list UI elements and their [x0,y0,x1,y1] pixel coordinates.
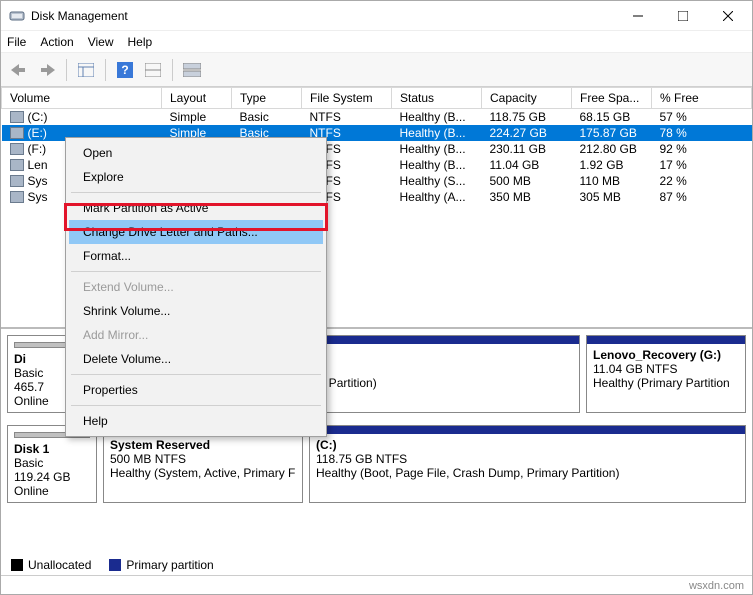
menu-action[interactable]: Action [40,35,73,49]
ctx-extend: Extend Volume... [69,275,323,299]
volume-icon [10,159,24,171]
back-button[interactable] [7,58,31,82]
context-menu: Open Explore Mark Partition as Active Ch… [65,137,327,437]
volume-icon [10,127,24,139]
column-headers: Volume Layout Type File System Status Ca… [2,88,752,109]
legend-primary: Primary partition [126,558,213,572]
ctx-delete[interactable]: Delete Volume... [69,347,323,371]
window-title: Disk Management [31,9,615,23]
partition-name: Lenovo_Recovery (G:) [593,348,739,362]
menubar: File Action View Help [1,31,752,53]
legend-unallocated: Unallocated [28,558,91,572]
partition-status: Healthy (Boot, Page File, Crash Dump, Pr… [316,466,739,480]
legend: Unallocated Primary partition [11,558,214,572]
app-icon [9,8,25,24]
partition-bar [587,336,745,344]
footer-watermark: wsxdn.com [689,580,744,592]
help-icon[interactable]: ? [113,58,137,82]
partition-sub: 500 MB NTFS [110,452,296,466]
partition-sub: 118.75 GB NTFS [316,452,739,466]
col-capacity[interactable]: Capacity [482,88,572,109]
partition-status: Healthy (System, Active, Primary F [110,466,296,480]
table-row[interactable]: (C:)SimpleBasicNTFSHealthy (B...118.75 G… [2,109,752,126]
disk-type: Basic [14,456,90,470]
ctx-format[interactable]: Format... [69,244,323,268]
toolbar-separator [172,59,173,81]
col-type[interactable]: Type [232,88,302,109]
ctx-add-mirror: Add Mirror... [69,323,323,347]
svg-text:?: ? [121,63,128,77]
toolbar: ? [1,53,752,87]
col-layout[interactable]: Layout [162,88,232,109]
ctx-help[interactable]: Help [69,409,323,433]
close-button[interactable] [705,2,750,30]
menu-view[interactable]: View [88,35,114,49]
col-volume[interactable]: Volume [2,88,162,109]
minimize-button[interactable] [615,2,660,30]
partition[interactable]: Lenovo_Recovery (G:) 11.04 GB NTFS Healt… [586,335,746,413]
partition-name: System Reserved [110,438,296,452]
volume-icon [10,175,24,187]
ctx-properties[interactable]: Properties [69,378,323,402]
toolbar-separator [66,59,67,81]
disk-list-icon[interactable] [180,58,204,82]
volume-icon [10,143,24,155]
ctx-separator [71,374,321,375]
toolbar-separator [105,59,106,81]
forward-button[interactable] [35,58,59,82]
legend-swatch-primary [109,559,121,571]
ctx-change-drive-letter[interactable]: Change Drive Letter and Paths... [69,220,323,244]
partition-sub: 11.04 GB NTFS [593,362,739,376]
volume-icon [10,191,24,203]
legend-swatch-unallocated [11,559,23,571]
menu-file[interactable]: File [7,35,26,49]
volume-icon [10,111,24,123]
ctx-explore[interactable]: Explore [69,165,323,189]
partition-bar [310,426,745,434]
menu-help[interactable]: Help [128,35,153,49]
ctx-separator [71,271,321,272]
ctx-shrink[interactable]: Shrink Volume... [69,299,323,323]
disk-state: Online [14,484,90,498]
titlebar: Disk Management [1,1,752,31]
col-status[interactable]: Status [392,88,482,109]
partition-status: Healthy (Primary Partition [593,376,739,390]
divider [1,575,752,576]
disk-size: 119.24 GB [14,470,90,484]
ctx-mark-active[interactable]: Mark Partition as Active [69,196,323,220]
settings-icon[interactable] [141,58,165,82]
col-freespace[interactable]: Free Spa... [572,88,652,109]
col-pctfree[interactable]: % Free [652,88,752,109]
show-hide-icon[interactable] [74,58,98,82]
ctx-open[interactable]: Open [69,141,323,165]
partition[interactable]: (C:) 118.75 GB NTFS Healthy (Boot, Page … [309,425,746,503]
partition-name: (C:) [316,438,739,452]
ctx-separator [71,405,321,406]
disk-name: Disk 1 [14,442,90,456]
maximize-button[interactable] [660,2,705,30]
ctx-separator [71,192,321,193]
col-filesystem[interactable]: File System [302,88,392,109]
